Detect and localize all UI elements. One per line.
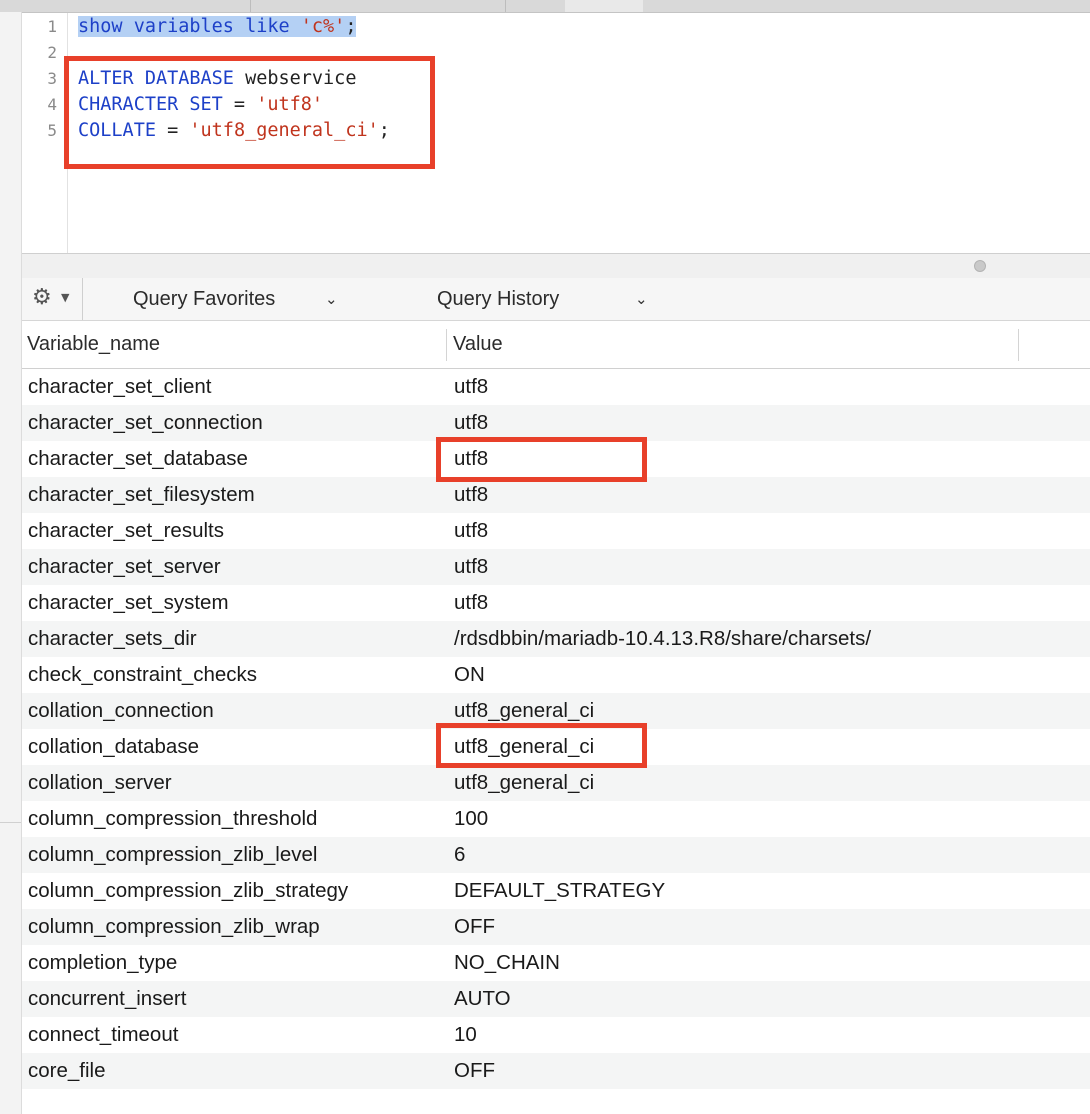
cell-variable-name: character_set_filesystem — [28, 483, 255, 506]
table-row[interactable]: character_set_results utf8 — [22, 513, 1090, 549]
line-number: 1 — [47, 17, 57, 36]
code-line-3[interactable]: ALTER DATABASE webservice — [78, 66, 356, 92]
cell-variable-name: connect_timeout — [28, 1023, 179, 1046]
cell-variable-name: collation_connection — [28, 699, 214, 722]
cell-variable-name: completion_type — [28, 951, 178, 974]
cell-value: OFF — [454, 1059, 495, 1082]
query-editor[interactable]: 1 2 3 4 5 show variables like 'c%'; ALTE… — [22, 13, 1090, 253]
pane-splitter[interactable] — [22, 253, 1090, 279]
table-row[interactable]: column_compression_zlib_wrap OFF — [22, 909, 1090, 945]
query-favorites-button[interactable]: Query Favorites — [133, 278, 275, 320]
column-header-value[interactable]: Value — [453, 321, 503, 368]
cell-variable-name: character_set_system — [28, 591, 229, 614]
cell-variable-name: column_compression_zlib_level — [28, 843, 318, 866]
line-number-gutter: 1 2 3 4 5 — [22, 13, 68, 253]
settings-menu-button[interactable]: ⚙ ▼ — [22, 278, 83, 320]
table-row[interactable]: character_set_system utf8 — [22, 585, 1090, 621]
tab-divider — [505, 0, 506, 12]
table-row[interactable]: character_set_filesystem utf8 — [22, 477, 1090, 513]
column-header-variable-name[interactable]: Variable_name — [27, 321, 160, 368]
results-table-body: character_set_client utf8 character_set_co… — [22, 369, 1090, 1089]
cell-variable-name: check_constraint_checks — [28, 663, 258, 686]
query-history-button[interactable]: Query History — [437, 278, 559, 320]
caret-down-icon: ▼ — [61, 291, 70, 304]
line-number: 4 — [47, 95, 57, 114]
line-number: 3 — [47, 69, 57, 88]
table-row[interactable]: core_file OFF — [22, 1053, 1090, 1089]
line-number: 5 — [47, 121, 57, 140]
table-row[interactable]: concurrent_insert AUTO — [22, 981, 1090, 1017]
table-row[interactable]: character_set_server utf8 — [22, 549, 1090, 585]
cell-value: 100 — [454, 807, 489, 830]
cell-variable-name: character_set_client — [28, 375, 212, 398]
table-row[interactable]: collation_database utf8_general_ci — [22, 729, 1090, 765]
cell-value: utf8_general_ci — [454, 735, 595, 758]
table-row[interactable]: connect_timeout 10 — [22, 1017, 1090, 1053]
table-row[interactable]: character_set_client utf8 — [22, 369, 1090, 405]
results-table-header: Variable_name Value — [22, 321, 1090, 369]
table-row[interactable]: character_set_database utf8 — [22, 441, 1090, 477]
cell-variable-name: column_compression_zlib_strategy — [28, 879, 349, 902]
cell-variable-name: character_sets_dir — [28, 627, 197, 650]
splitter-handle[interactable] — [974, 260, 986, 272]
cell-variable-name: character_set_connection — [28, 411, 263, 434]
gear-icon: ⚙ — [32, 285, 52, 310]
cell-variable-name: collation_server — [28, 771, 172, 794]
cell-variable-name: core_file — [28, 1059, 106, 1082]
table-row[interactable]: completion_type NO_CHAIN — [22, 945, 1090, 981]
code-line-4[interactable]: CHARACTER SET = 'utf8' — [78, 92, 323, 118]
cell-variable-name: concurrent_insert — [28, 987, 187, 1010]
tab-divider — [250, 0, 251, 12]
cell-variable-name: column_compression_threshold — [28, 807, 318, 830]
cell-variable-name: character_set_results — [28, 519, 224, 542]
table-row[interactable]: collation_connection utf8_general_ci — [22, 693, 1090, 729]
cell-value: utf8_general_ci — [454, 771, 595, 794]
cell-value: utf8 — [454, 411, 489, 434]
cell-value: ON — [454, 663, 485, 686]
cell-value: NO_CHAIN — [454, 951, 560, 974]
table-row[interactable]: collation_server utf8_general_ci — [22, 765, 1090, 801]
table-row[interactable]: check_constraint_checks ON — [22, 657, 1090, 693]
cell-value: 6 — [454, 843, 466, 866]
code-line-1[interactable]: show variables like 'c%'; — [78, 14, 357, 40]
table-row[interactable]: column_compression_threshold 100 — [22, 801, 1090, 837]
table-row[interactable]: character_set_connection utf8 — [22, 405, 1090, 441]
cell-variable-name: collation_database — [28, 735, 199, 758]
table-row[interactable]: column_compression_zlib_strategy DEFAULT_… — [22, 873, 1090, 909]
column-divider[interactable] — [1018, 329, 1019, 361]
chevron-down-icon[interactable]: ⌄ — [635, 278, 648, 320]
table-row[interactable]: column_compression_zlib_level 6 — [22, 837, 1090, 873]
cell-value: AUTO — [454, 987, 511, 1010]
cell-value: utf8_general_ci — [454, 699, 595, 722]
cell-value: /rdsdbbin/mariadb-10.4.13.R8/share/chars… — [454, 627, 872, 650]
cell-value: utf8 — [454, 483, 489, 506]
cell-value: utf8 — [454, 555, 489, 578]
cell-variable-name: character_set_server — [28, 555, 221, 578]
column-divider[interactable] — [446, 329, 447, 361]
cell-value: utf8 — [454, 591, 489, 614]
tab-bar — [0, 0, 1090, 13]
cell-value: utf8 — [454, 519, 489, 542]
cell-value: utf8 — [454, 447, 489, 470]
cell-value: OFF — [454, 915, 495, 938]
query-toolbar: ⚙ ▼ Query Favorites ⌄ Query History ⌄ — [22, 278, 1090, 321]
cell-variable-name: column_compression_zlib_wrap — [28, 915, 320, 938]
cell-variable-name: character_set_database — [28, 447, 248, 470]
cell-value: DEFAULT_STRATEGY — [454, 879, 666, 902]
cell-value: utf8 — [454, 375, 489, 398]
cell-value: 10 — [454, 1023, 477, 1046]
left-sidebar-edge — [0, 12, 22, 1114]
table-row[interactable]: character_sets_dir/rdsdbbin/mariadb-10.4… — [22, 621, 1090, 657]
line-number: 2 — [47, 43, 57, 62]
chevron-down-icon[interactable]: ⌄ — [325, 278, 338, 320]
code-line-5[interactable]: COLLATE = 'utf8_general_ci'; — [78, 118, 390, 144]
tab-query[interactable] — [565, 0, 643, 12]
